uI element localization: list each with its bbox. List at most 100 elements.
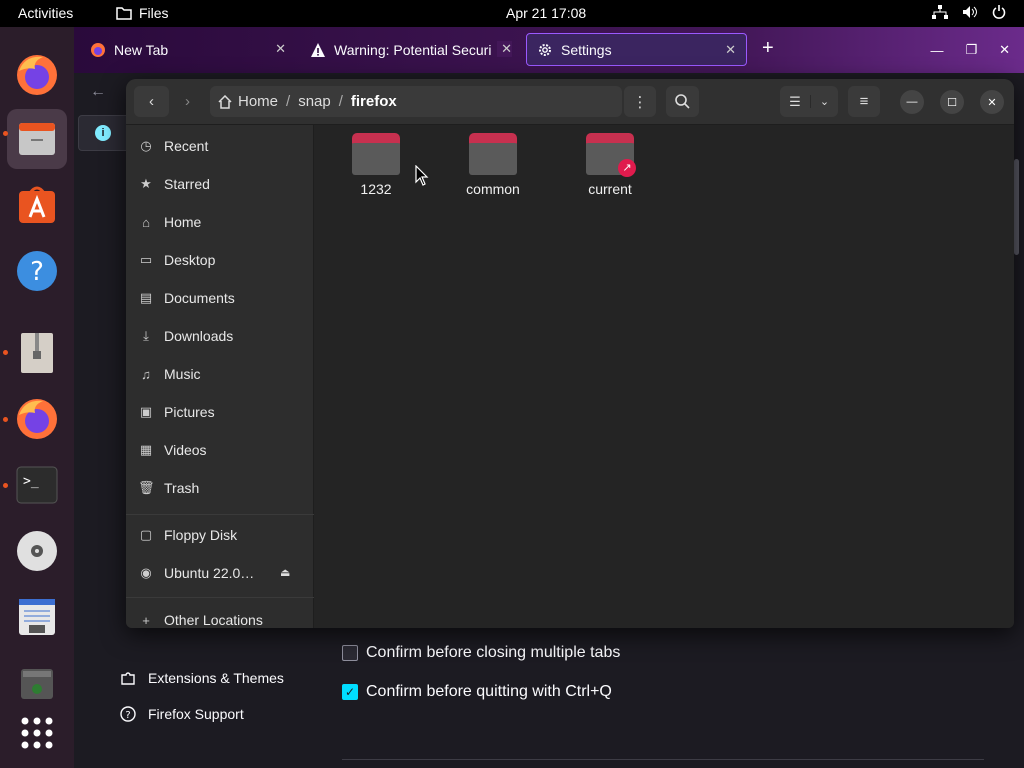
sidebar-item-downloads[interactable]: ⤓ Downloads: [126, 317, 314, 355]
svg-text:?: ?: [30, 257, 44, 287]
back-button[interactable]: ‹: [134, 86, 169, 117]
music-icon: ♫: [141, 366, 151, 382]
folder-item[interactable]: 1232: [326, 133, 426, 197]
search-button[interactable]: [666, 86, 699, 117]
back-arrow-icon[interactable]: ←: [90, 83, 106, 101]
files-header-bar: ‹ › Home / snap / firefox ⋮ ☰ ⌄ ≡ — ☐ ✕: [126, 79, 1014, 125]
eject-icon[interactable]: ⏏: [280, 566, 290, 579]
dock-firefox-running[interactable]: [7, 389, 67, 449]
trash-icon: [21, 669, 53, 699]
sidebar-item-home[interactable]: ⌂ Home: [126, 203, 314, 241]
sidebar-item-desktop[interactable]: ▭ Desktop: [126, 241, 314, 279]
dock-disc[interactable]: [7, 521, 67, 581]
sidebar-item-ubuntu-disc[interactable]: ◉ Ubuntu 22.0… ⏏: [126, 554, 314, 592]
path-current[interactable]: firefox: [351, 93, 397, 110]
download-icon: ⤓: [143, 328, 149, 343]
dock-help[interactable]: ?: [7, 241, 67, 301]
sidebar-item-trash[interactable]: 🗑︎ Trash: [126, 469, 314, 507]
new-tab-button[interactable]: +: [762, 38, 774, 58]
folder-name: common: [466, 181, 520, 197]
path-menu-button[interactable]: ⋮: [624, 86, 656, 117]
maximize-button[interactable]: ☐: [940, 90, 964, 114]
close-icon[interactable]: ✕: [497, 41, 512, 57]
sidebar-item-label: Pictures: [164, 404, 215, 420]
confirm-close-tabs-checkbox[interactable]: [342, 645, 358, 661]
clock[interactable]: Apr 21 17:08: [506, 5, 586, 21]
sidebar-item-videos[interactable]: ▦ Videos: [126, 431, 314, 469]
list-view-icon[interactable]: ☰: [780, 94, 810, 110]
confirm-quit-option[interactable]: ✓ Confirm before quitting with Ctrl+Q: [342, 683, 612, 701]
chevron-down-icon[interactable]: ⌄: [810, 95, 838, 108]
firefox-icon: [91, 42, 105, 57]
confirm-quit-label: Confirm before quitting with Ctrl+Q: [366, 683, 612, 700]
path-bar: Home / snap / firefox: [210, 86, 622, 117]
network-icon: [932, 5, 948, 19]
system-tray[interactable]: [932, 5, 1006, 19]
path-home[interactable]: Home: [218, 93, 278, 110]
tab-settings[interactable]: Settings ✕: [526, 33, 747, 66]
minimize-icon[interactable]: —: [930, 43, 943, 58]
main-menu-button[interactable]: ≡: [848, 86, 880, 117]
confirm-close-tabs-label: Confirm before closing multiple tabs: [366, 644, 621, 661]
puzzle-icon: [121, 672, 135, 685]
path-separator: /: [338, 93, 343, 110]
path-snap[interactable]: snap: [298, 93, 331, 110]
app-menu[interactable]: Files: [116, 5, 169, 21]
sidebar-item-floppy[interactable]: ▢ Floppy Disk: [126, 516, 314, 554]
confirm-close-tabs-option[interactable]: Confirm before closing multiple tabs: [342, 644, 620, 662]
confirm-quit-checkbox[interactable]: ✓: [342, 684, 358, 700]
dock-firefox[interactable]: [7, 45, 67, 105]
sidebar-item-music[interactable]: ♫ Music: [126, 355, 314, 393]
search-icon: [675, 94, 690, 109]
dock-files[interactable]: [7, 109, 67, 169]
files-icon: [19, 123, 55, 155]
power-icon: [992, 5, 1006, 19]
volume-icon: [963, 6, 977, 18]
sidebar-item-documents[interactable]: ▤ Documents: [126, 279, 314, 317]
tab-label: New Tab: [114, 41, 169, 58]
window-controls: — ❐ ✕: [930, 27, 1024, 73]
sidebar-item-pictures[interactable]: ▣ Pictures: [126, 393, 314, 431]
restore-icon[interactable]: ❐: [965, 42, 977, 58]
view-toggle[interactable]: ☰ ⌄: [780, 86, 838, 117]
running-indicator: [3, 131, 8, 136]
symlink-icon: ↗: [618, 159, 636, 177]
close-icon[interactable]: ✕: [999, 42, 1010, 58]
dock-text-editor[interactable]: [7, 587, 67, 647]
scrollbar[interactable]: [1014, 159, 1019, 255]
tab-label: Settings: [561, 41, 612, 58]
folder-item[interactable]: ↗ current: [560, 133, 660, 197]
extensions-themes-link[interactable]: Extensions & Themes: [120, 670, 284, 686]
tab-new-tab[interactable]: New Tab ✕: [80, 33, 296, 66]
folder-item[interactable]: common: [443, 133, 543, 197]
dock-archive-manager[interactable]: [7, 323, 67, 383]
close-icon[interactable]: ✕: [275, 41, 286, 57]
kebab-icon: ⋮: [632, 93, 648, 111]
close-button[interactable]: ✕: [980, 90, 1004, 114]
close-icon[interactable]: ✕: [725, 42, 736, 58]
sidebar-item-label: Floppy Disk: [164, 527, 238, 543]
running-indicator: [3, 350, 8, 355]
tab-warning[interactable]: Warning: Potential Securi ✕: [300, 33, 522, 66]
trash-icon: 🗑︎: [138, 480, 155, 495]
activities-button[interactable]: Activities: [18, 5, 73, 21]
sidebar-item-other-locations[interactable]: + Other Locations: [126, 601, 314, 628]
info-icon: i: [95, 125, 111, 141]
forward-button[interactable]: ›: [170, 86, 205, 117]
document-icon: ▤: [139, 290, 153, 305]
help-icon: ?: [17, 251, 57, 291]
archive-icon: [21, 333, 53, 373]
sidebar-item-starred[interactable]: ★ Starred: [126, 165, 314, 203]
sidebar-item-recent[interactable]: ◷ Recent: [126, 127, 314, 165]
video-icon: ▦: [139, 442, 153, 457]
show-apps-button[interactable]: [7, 703, 67, 763]
sidebar-item-label: Home: [164, 214, 202, 230]
folder-name: current: [588, 181, 632, 197]
minimize-icon: —: [906, 96, 918, 108]
minimize-button[interactable]: —: [900, 90, 924, 114]
files-icon: [116, 7, 132, 20]
help-circle-icon: ?: [120, 706, 136, 722]
dock-app-center[interactable]: [7, 175, 67, 235]
dock-terminal[interactable]: >_: [7, 455, 67, 515]
firefox-support-link[interactable]: ? Firefox Support: [120, 706, 244, 722]
